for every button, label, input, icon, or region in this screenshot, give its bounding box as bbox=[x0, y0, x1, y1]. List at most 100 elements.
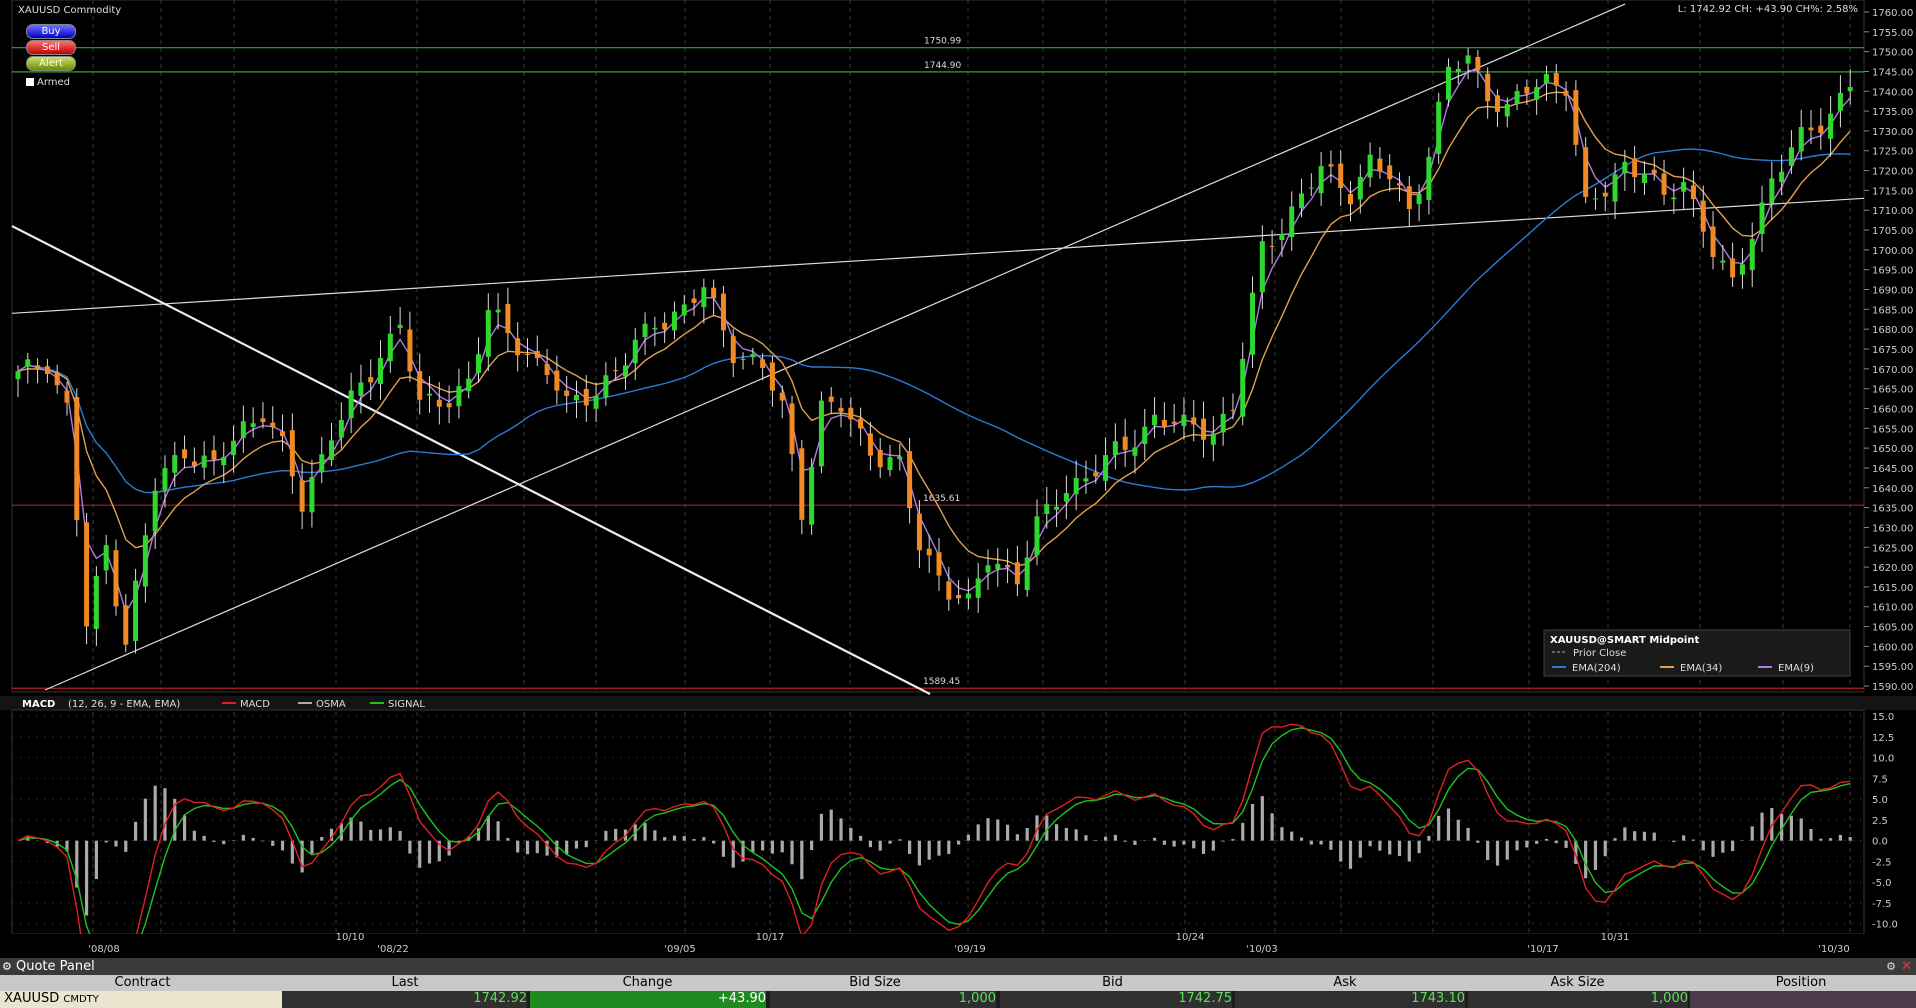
buy-button[interactable]: Buy bbox=[26, 24, 76, 39]
x-tick-label: '10/30 bbox=[1818, 944, 1850, 955]
osma-bar bbox=[251, 837, 255, 841]
osma-bar bbox=[810, 840, 814, 851]
osma-bar bbox=[310, 840, 314, 854]
x-tick-label-top: 10/24 bbox=[1176, 932, 1205, 943]
osma-bar bbox=[1270, 813, 1274, 841]
chart-canvas[interactable]: 1590.00 1595.00 1600.00 1605.00 1610.00 1615.… bbox=[0, 0, 1916, 975]
macd-tick-label: 7.5 bbox=[1872, 774, 1888, 785]
candle-body bbox=[642, 323, 648, 338]
level-label: 1635.61 bbox=[923, 494, 960, 504]
table-row[interactable]: XAUUSD CMDTY 1742.92 +43.90 1,000 1742.7… bbox=[0, 991, 1916, 1008]
osma-bar bbox=[1407, 840, 1411, 862]
candle-body bbox=[1641, 174, 1647, 184]
osma-bar bbox=[1133, 840, 1137, 845]
sell-button[interactable]: Sell bbox=[26, 40, 76, 55]
osma-bar bbox=[1799, 818, 1803, 841]
candle-body bbox=[1122, 436, 1128, 450]
candle-body bbox=[348, 390, 354, 419]
col-contract[interactable]: Contract bbox=[60, 975, 225, 990]
osma-bar bbox=[1025, 828, 1029, 841]
candle-body bbox=[867, 433, 873, 456]
candle-body bbox=[1808, 127, 1814, 131]
macd-legend-item: SIGNAL bbox=[388, 699, 425, 710]
candle-body bbox=[1779, 171, 1785, 183]
osma-bar bbox=[1829, 838, 1833, 841]
candle-body bbox=[603, 375, 609, 398]
osma-bar bbox=[1152, 837, 1157, 841]
x-tick-label: '08/08 bbox=[88, 944, 120, 955]
price-tick-label: 1740.00 bbox=[1872, 87, 1913, 98]
armed-checkbox[interactable] bbox=[26, 78, 34, 86]
candle-body bbox=[270, 422, 276, 428]
price-tick-label: 1665.00 bbox=[1872, 385, 1913, 396]
candle-body bbox=[378, 358, 384, 385]
macd-tick-label: -2.5 bbox=[1872, 857, 1892, 868]
price-tick-label: 1735.00 bbox=[1872, 107, 1913, 118]
armed-toggle[interactable]: Armed bbox=[26, 77, 70, 88]
ask-cell: 1743.10 bbox=[1235, 991, 1465, 1008]
col-position[interactable]: Position bbox=[1726, 975, 1876, 990]
candle-body bbox=[936, 552, 942, 576]
col-ask[interactable]: Ask bbox=[1265, 975, 1425, 990]
x-tick-label: '09/19 bbox=[954, 944, 986, 955]
col-bid[interactable]: Bid bbox=[1035, 975, 1190, 990]
alert-button[interactable]: Alert bbox=[26, 56, 76, 71]
osma-bar bbox=[1417, 840, 1421, 854]
col-last[interactable]: Last bbox=[330, 975, 480, 990]
candle-body bbox=[750, 354, 756, 358]
osma-bar bbox=[712, 840, 716, 844]
candle-body bbox=[1132, 447, 1138, 456]
candle-body bbox=[1504, 104, 1510, 117]
x-tick-label-top: 10/10 bbox=[336, 932, 365, 943]
osma-bar bbox=[800, 840, 804, 880]
candle-body bbox=[476, 354, 481, 373]
candle-body bbox=[1543, 74, 1549, 84]
candle-body bbox=[1720, 260, 1726, 263]
osma-bar bbox=[692, 839, 696, 841]
osma-bar bbox=[653, 830, 657, 841]
candle-body bbox=[564, 390, 570, 396]
quote-panel-title: Quote Panel bbox=[16, 959, 95, 974]
macd-tick-label: 15.0 bbox=[1872, 712, 1894, 723]
osma-bar bbox=[153, 785, 157, 841]
quote-panel-header: Contract Last Change Bid Size Bid Ask As… bbox=[0, 975, 1916, 991]
col-bid-size[interactable]: Bid Size bbox=[800, 975, 950, 990]
detach-icon[interactable]: ⚙ bbox=[1886, 958, 1896, 975]
osma-bar bbox=[574, 840, 579, 849]
settings-icon[interactable]: ⚙ bbox=[2, 958, 12, 975]
price-tick-label: 1615.00 bbox=[1872, 583, 1913, 594]
osma-bar bbox=[388, 827, 392, 841]
osma-bar bbox=[516, 840, 520, 853]
contract-symbol: XAUUSD bbox=[4, 991, 60, 1006]
osma-bar bbox=[1094, 839, 1098, 841]
osma-bar bbox=[663, 837, 667, 841]
osma-bar bbox=[898, 839, 902, 841]
candle-body bbox=[1103, 455, 1109, 481]
osma-bar bbox=[1339, 840, 1343, 862]
candle-body bbox=[1632, 158, 1638, 178]
candle-body bbox=[319, 454, 325, 473]
osma-bar bbox=[761, 840, 765, 851]
candle-body bbox=[613, 370, 619, 372]
price-chart[interactable]: 1590.00 1595.00 1600.00 1605.00 1610.00 1615.… bbox=[0, 0, 1916, 975]
osma-bar bbox=[535, 840, 539, 854]
candle-body bbox=[897, 456, 903, 460]
candle-body bbox=[662, 322, 668, 330]
candle-body bbox=[1279, 233, 1285, 241]
price-tick-label: 1655.00 bbox=[1872, 424, 1913, 435]
candle-body bbox=[485, 310, 491, 357]
col-ask-size[interactable]: Ask Size bbox=[1500, 975, 1655, 990]
osma-bar bbox=[976, 824, 980, 841]
close-icon[interactable]: ✕ bbox=[1901, 958, 1912, 975]
osma-bar bbox=[966, 834, 970, 841]
candle-body bbox=[1455, 68, 1461, 73]
legend-item: EMA(34) bbox=[1680, 663, 1722, 674]
price-tick-label: 1670.00 bbox=[1872, 365, 1913, 376]
contract-cell[interactable]: XAUUSD CMDTY bbox=[0, 991, 282, 1008]
quote-panel-titlebar: ⚙ Quote Panel ⚙ ✕ bbox=[0, 958, 1916, 975]
col-change[interactable]: Change bbox=[570, 975, 725, 990]
osma-bar bbox=[271, 840, 275, 846]
osma-bar bbox=[859, 835, 863, 841]
candle-body bbox=[1475, 57, 1481, 71]
osma-bar bbox=[222, 840, 226, 845]
